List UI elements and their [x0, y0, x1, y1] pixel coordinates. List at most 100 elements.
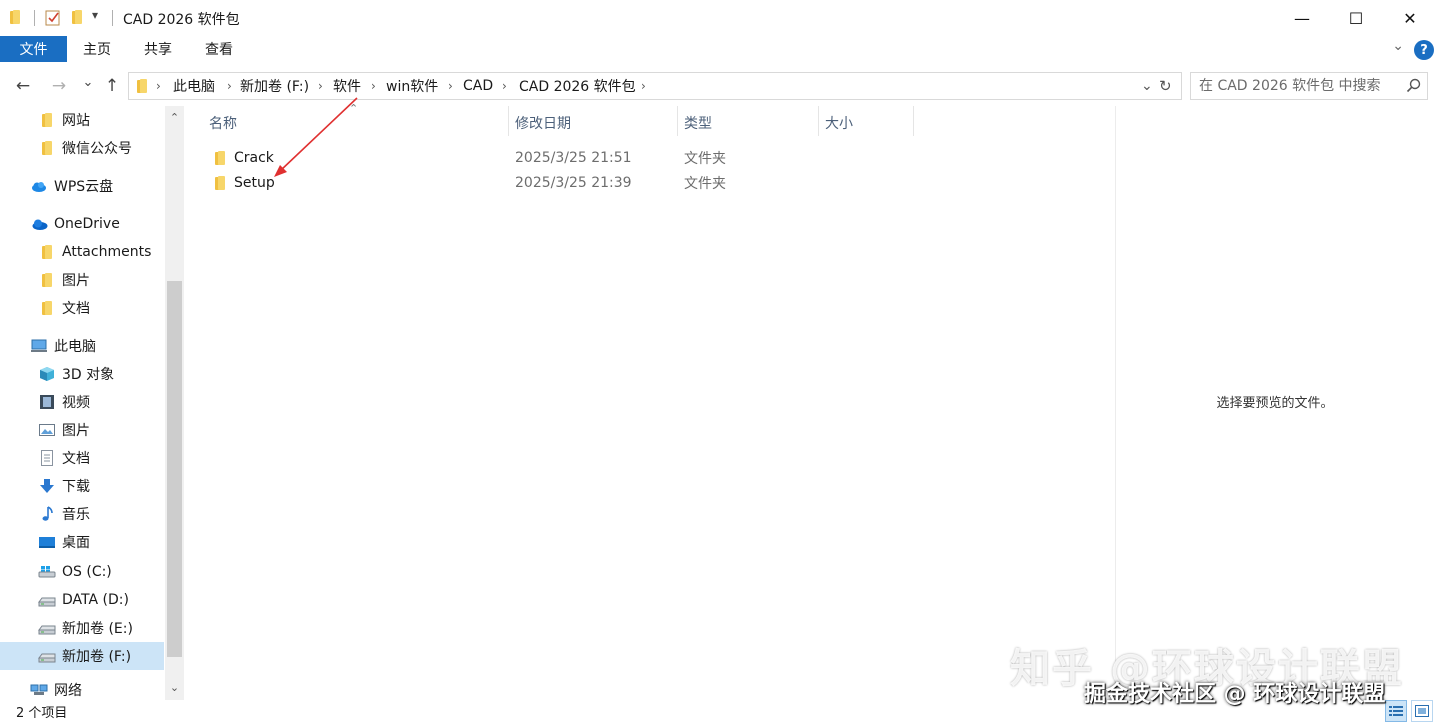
sidebar-item[interactable]: 微信公众号 [0, 134, 164, 162]
sidebar-item[interactable]: 图片 [0, 416, 164, 444]
refresh-icon[interactable]: ↻ [1159, 73, 1172, 99]
breadcrumb-cad[interactable]: CAD [463, 73, 493, 99]
sidebar-item-label: 桌面 [62, 535, 90, 551]
help-button[interactable]: ? [1414, 40, 1434, 60]
quick-access-dropdown-icon[interactable]: ▾ [92, 8, 98, 22]
details-view-button[interactable] [1385, 700, 1407, 722]
sidebar-item-label: 新加卷 (E:) [62, 621, 133, 637]
maximize-button[interactable]: ☐ [1333, 0, 1379, 36]
chevron-right-icon[interactable]: › [448, 73, 453, 99]
chevron-right-icon[interactable]: › [318, 73, 323, 99]
sidebar-item[interactable]: 音乐 [0, 500, 164, 528]
sidebar-item[interactable]: OS (C:) [0, 558, 164, 586]
breadcrumb-this-pc[interactable]: 此电脑 [173, 73, 215, 99]
folder-icon [213, 151, 227, 165]
column-header-modified[interactable]: 修改日期 [515, 112, 571, 134]
sidebar-scroll-thumb[interactable] [167, 281, 182, 657]
sidebar-item-label: OneDrive [54, 216, 120, 232]
chevron-right-icon[interactable]: › [641, 73, 646, 99]
sort-ascending-icon: ⌃ [349, 102, 359, 115]
sidebar-item[interactable]: 视频 [0, 388, 164, 416]
sidebar-item[interactable]: 3D 对象 [0, 360, 164, 388]
music-icon [38, 506, 56, 522]
sidebar-item-label: 新加卷 (F:) [62, 649, 132, 665]
folder-icon[interactable] [8, 10, 22, 24]
sidebar-item[interactable]: 此电脑 [0, 332, 164, 360]
column-divider[interactable] [913, 106, 914, 136]
large-icons-view-button[interactable] [1411, 700, 1433, 722]
address-dropdown-icon[interactable]: ⌄ [1141, 73, 1153, 99]
drive-icon [38, 648, 56, 664]
tab-file[interactable]: 文件 [0, 36, 67, 62]
tab-share[interactable]: 共享 [131, 36, 185, 62]
sidebar-item[interactable]: 网络 [0, 676, 164, 700]
sidebar-item-label: 网络 [54, 683, 82, 699]
sidebar-item[interactable]: 新加卷 (E:) [0, 614, 164, 642]
sidebar-item-label: 微信公众号 [62, 141, 132, 157]
folder-icon [38, 244, 56, 260]
minimize-button[interactable]: — [1279, 0, 1325, 36]
scroll-down-icon[interactable]: ⌄ [165, 678, 184, 696]
forward-button[interactable]: → [46, 74, 72, 98]
up-button[interactable]: ↑ [100, 74, 124, 98]
column-divider[interactable] [508, 106, 509, 136]
breadcrumb-drive-f[interactable]: 新加卷 (F:) [240, 73, 309, 99]
details-view-icon [1389, 706, 1403, 716]
desktop-icon [38, 534, 56, 550]
file-name: Crack [234, 150, 274, 166]
file-row[interactable]: Setup 2025/3/25 21:39 文件夹 [205, 171, 1115, 195]
status-item-count: 2 个项目 [16, 705, 68, 721]
folder-icon [38, 112, 56, 128]
file-name: Setup [234, 175, 275, 191]
chevron-right-icon[interactable]: › [156, 73, 161, 99]
tab-home[interactable]: 主页 [70, 36, 124, 62]
scroll-up-icon[interactable]: ⌃ [165, 108, 184, 126]
sidebar-item-label: WPS云盘 [54, 179, 114, 195]
navigation-pane: 网站 微信公众号 WPS云盘 OneDrive Attachments 图片 文档 此电脑 3D… [0, 106, 186, 700]
sidebar-item[interactable]: 新加卷 (F:) [0, 642, 164, 670]
column-header-name[interactable]: 名称 [209, 112, 237, 134]
folder-icon [213, 176, 227, 190]
sidebar-item[interactable]: 桌面 [0, 528, 164, 556]
sidebar-item[interactable]: 文档 [0, 444, 164, 472]
sidebar-item[interactable]: 文档 [0, 294, 164, 322]
annotation-arrow [274, 97, 358, 177]
back-button[interactable]: ← [10, 74, 36, 98]
drive-icon [38, 620, 56, 636]
sidebar-item-label: 网站 [62, 113, 90, 129]
chevron-right-icon[interactable]: › [502, 73, 507, 99]
column-header-size[interactable]: 大小 [825, 112, 853, 134]
address-bar[interactable]: › 此电脑 › 新加卷 (F:) › 软件 › win软件 › CAD › CA… [128, 72, 1182, 100]
picture-icon [38, 422, 56, 438]
chevron-right-icon[interactable]: › [371, 73, 376, 99]
sidebar-item[interactable]: 网站 [0, 106, 164, 134]
sidebar-item[interactable]: DATA (D:) [0, 586, 164, 614]
drive-icon [38, 592, 56, 608]
search-icon[interactable] [1405, 77, 1423, 95]
sidebar-item[interactable]: OneDrive [0, 210, 164, 238]
expand-ribbon-icon[interactable]: ⌄ [1392, 38, 1404, 54]
folder-icon [38, 272, 56, 288]
search-input[interactable] [1199, 73, 1404, 99]
tab-view[interactable]: 查看 [192, 36, 246, 62]
file-row[interactable]: Crack 2025/3/25 21:51 文件夹 [205, 146, 1115, 170]
search-box[interactable] [1190, 72, 1428, 100]
folder-icon [38, 140, 56, 156]
breadcrumb-win-software[interactable]: win软件 [386, 73, 438, 99]
column-divider[interactable] [677, 106, 678, 136]
close-button[interactable]: ✕ [1387, 0, 1433, 36]
sidebar-item-label: 此电脑 [54, 339, 96, 355]
column-divider[interactable] [818, 106, 819, 136]
properties-icon[interactable] [44, 9, 62, 27]
sidebar-item[interactable]: WPS云盘 [0, 172, 164, 200]
chevron-right-icon[interactable]: › [227, 73, 232, 99]
sidebar-item[interactable]: Attachments [0, 238, 164, 266]
new-folder-icon[interactable] [70, 10, 84, 24]
column-header-type[interactable]: 类型 [684, 112, 712, 134]
breadcrumb-software[interactable]: 软件 [333, 73, 361, 99]
breadcrumb-cad-2026[interactable]: CAD 2026 软件包 [519, 73, 636, 99]
sidebar-item[interactable]: 图片 [0, 266, 164, 294]
sidebar-item[interactable]: 下载 [0, 472, 164, 500]
sidebar-item-label: Attachments [62, 244, 152, 260]
recent-locations-button[interactable]: ⌄ [78, 70, 98, 94]
